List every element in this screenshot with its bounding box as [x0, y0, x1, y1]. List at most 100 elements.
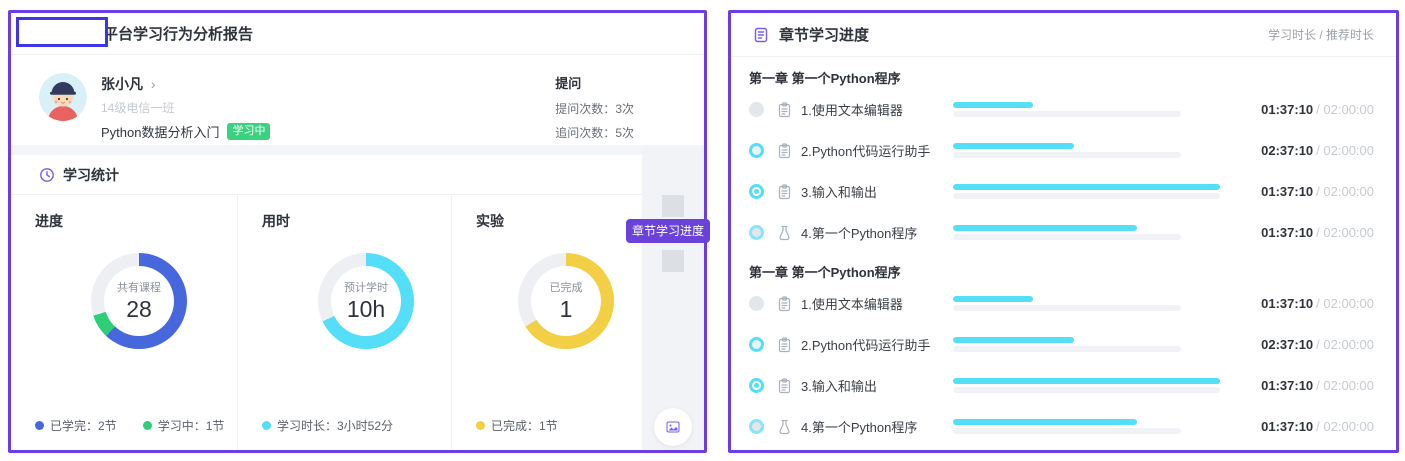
- lesson-progress-bars: [953, 296, 1228, 311]
- recommended-duration-bar: [953, 152, 1181, 158]
- lesson-row[interactable]: 4.第一个Python程序 01:37:10/ 02:00:00: [749, 406, 1374, 447]
- legend-item: 学习中：1节: [143, 417, 225, 434]
- lesson-status-icon: [749, 184, 764, 199]
- lesson-row[interactable]: 2.Python代码运行助手 02:37:10/ 02:00:00: [749, 324, 1374, 365]
- dashboard-canvas: 实训平台学习行为分析报告 张小凡: [0, 0, 1405, 461]
- lesson-row[interactable]: 3.输入和输出 01:37:10/ 02:00:00: [749, 365, 1374, 406]
- lesson-status-icon: [749, 143, 764, 158]
- legend-dot-cyan: [262, 421, 271, 430]
- user-class: 14级电信一班: [101, 99, 270, 116]
- lesson-time: 01:37:10/ 02:00:00: [1246, 102, 1374, 117]
- chapter-progress-panel: 章节学习进度 学习时长 / 推荐时长 第一章 第一个Python程序 1.使用文…: [728, 10, 1399, 453]
- lesson-status-icon: [749, 225, 764, 240]
- legend-item: 已完成：1节: [476, 417, 558, 434]
- learned-duration-bar: [953, 102, 1033, 108]
- lesson-row[interactable]: 4.第一个Python程序 01:37:10/ 02:00:00: [749, 212, 1374, 253]
- progress-legend: 已学完：2节 学习中：1节: [35, 417, 224, 434]
- stat-column-title: 实验: [476, 211, 642, 231]
- chevron-right-icon: ›: [151, 76, 156, 92]
- lesson-type-icon: [777, 184, 792, 200]
- image-icon: [666, 420, 680, 434]
- user-name: 张小凡: [101, 76, 143, 92]
- lesson-label: 2.Python代码运行助手: [801, 335, 953, 354]
- lesson-progress-bars: [953, 378, 1228, 393]
- experiment-legend: 已完成：1节: [476, 417, 558, 434]
- lesson-label: 3.输入和输出: [801, 182, 953, 201]
- lesson-progress-bars: [953, 419, 1228, 434]
- donut-center: 预计学时 10h: [331, 266, 401, 336]
- report-header: 实训平台学习行为分析报告: [11, 13, 704, 55]
- time-donut-chart: 预计学时 10h: [318, 253, 414, 349]
- stat-column-time: 用时 预计学时 10h 学习时长：3小时52分: [237, 195, 451, 450]
- lesson-label: 2.Python代码运行助手: [801, 141, 953, 160]
- recommended-duration-bar: [953, 387, 1220, 393]
- legend-dot-green: [143, 421, 152, 430]
- learned-duration-bar: [953, 143, 1074, 149]
- lesson-row[interactable]: 2.Python代码运行助手 02:37:10/ 02:00:00: [749, 130, 1374, 171]
- stat-column-experiment: 实验 已完成 1 已完成：1节: [451, 195, 642, 450]
- lesson-progress-bars: [953, 102, 1228, 117]
- legend-item: 已学完：2节: [35, 417, 117, 434]
- lesson-row[interactable]: 3.输入和输出 01:37:10/ 02:00:00: [749, 171, 1374, 212]
- qa-ask-count: 提问次数：3次: [555, 98, 634, 121]
- recommended-duration-bar: [953, 346, 1181, 352]
- progress-donut-chart: 共有课程 28: [91, 253, 187, 349]
- lesson-time: 01:37:10/ 02:00:00: [1246, 419, 1374, 434]
- status-badge: 学习中: [227, 123, 270, 140]
- lesson-type-icon: [777, 337, 792, 353]
- qa-followup-count: 追问次数：5次: [555, 122, 634, 145]
- recommended-duration-bar: [953, 111, 1181, 117]
- floating-action-button[interactable]: [654, 408, 692, 446]
- chapter-section: 第一章 第一个Python程序 1.使用文本编辑器 01:37:10/ 02:0…: [749, 262, 1374, 447]
- legend-dot-yellow: [476, 421, 485, 430]
- lesson-progress-bars: [953, 184, 1228, 199]
- lesson-type-icon: [777, 296, 792, 312]
- chapter-section: 第一章 第一个Python程序 1.使用文本编辑器 01:37:10/ 02:0…: [749, 68, 1374, 253]
- experiment-flask-icon: [777, 225, 792, 241]
- stat-column-title: 用时: [262, 211, 451, 231]
- course-row: Python数据分析入门 学习中: [101, 122, 270, 141]
- learned-duration-bar: [953, 337, 1074, 343]
- lesson-row[interactable]: 1.使用文本编辑器 01:37:10/ 02:00:00: [749, 283, 1374, 324]
- side-gutter: 章节学习进度: [642, 148, 704, 450]
- course-name: Python数据分析入门: [101, 122, 219, 141]
- user-name-link[interactable]: 张小凡 ›: [101, 74, 270, 94]
- stats-body: 进度 共有课程 28 已学完：2节 学习中：1节 用时 预计学时: [11, 195, 642, 450]
- learned-duration-bar: [953, 419, 1137, 425]
- lesson-status-icon: [749, 102, 764, 117]
- boy-avatar-illustration: [39, 73, 87, 121]
- lesson-label: 4.第一个Python程序: [801, 223, 953, 242]
- lesson-status-icon: [749, 296, 764, 311]
- user-info: 张小凡 › 14级电信一班 Python数据分析入门 学习中: [101, 73, 270, 125]
- lesson-type-icon: [777, 102, 792, 118]
- chapter-list: 第一章 第一个Python程序 1.使用文本编辑器 01:37:10/ 02:0…: [731, 57, 1396, 447]
- lesson-row[interactable]: 1.使用文本编辑器 01:37:10/ 02:00:00: [749, 89, 1374, 130]
- lesson-label: 1.使用文本编辑器: [801, 294, 953, 313]
- user-card: 张小凡 › 14级电信一班 Python数据分析入门 学习中 提问 提问次数：3…: [11, 55, 704, 145]
- lesson-label: 3.输入和输出: [801, 376, 953, 395]
- section-gap: [11, 145, 704, 155]
- learned-duration-bar: [953, 378, 1220, 384]
- question-stats: 提问 提问次数：3次 追问次数：5次: [555, 71, 634, 145]
- logo-placeholder-box: [16, 17, 108, 47]
- recommended-duration-bar: [953, 234, 1181, 240]
- lesson-label: 4.第一个Python程序: [801, 417, 953, 436]
- chapter-title: 第一章 第一个Python程序: [749, 262, 1374, 281]
- lesson-time: 02:37:10/ 02:00:00: [1246, 337, 1374, 352]
- stat-column-progress: 进度 共有课程 28 已学完：2节 学习中：1节: [11, 195, 237, 450]
- chapter-panel-title: 章节学习进度: [779, 24, 869, 45]
- lesson-time: 01:37:10/ 02:00:00: [1246, 378, 1374, 393]
- gutter-square: [662, 250, 684, 272]
- document-icon: [753, 27, 769, 43]
- lesson-time: 01:37:10/ 02:00:00: [1246, 225, 1374, 240]
- chapter-panel-header: 章节学习进度 学习时长 / 推荐时长: [731, 13, 1396, 57]
- lesson-progress-bars: [953, 337, 1228, 352]
- learned-duration-bar: [953, 184, 1220, 190]
- lesson-status-icon: [749, 337, 764, 352]
- lesson-time: 02:37:10/ 02:00:00: [1246, 143, 1374, 158]
- lesson-progress-bars: [953, 225, 1228, 240]
- chapter-progress-button[interactable]: 章节学习进度: [626, 219, 710, 243]
- lesson-type-icon: [777, 143, 792, 159]
- lesson-status-icon: [749, 378, 764, 393]
- chapter-title: 第一章 第一个Python程序: [749, 68, 1374, 87]
